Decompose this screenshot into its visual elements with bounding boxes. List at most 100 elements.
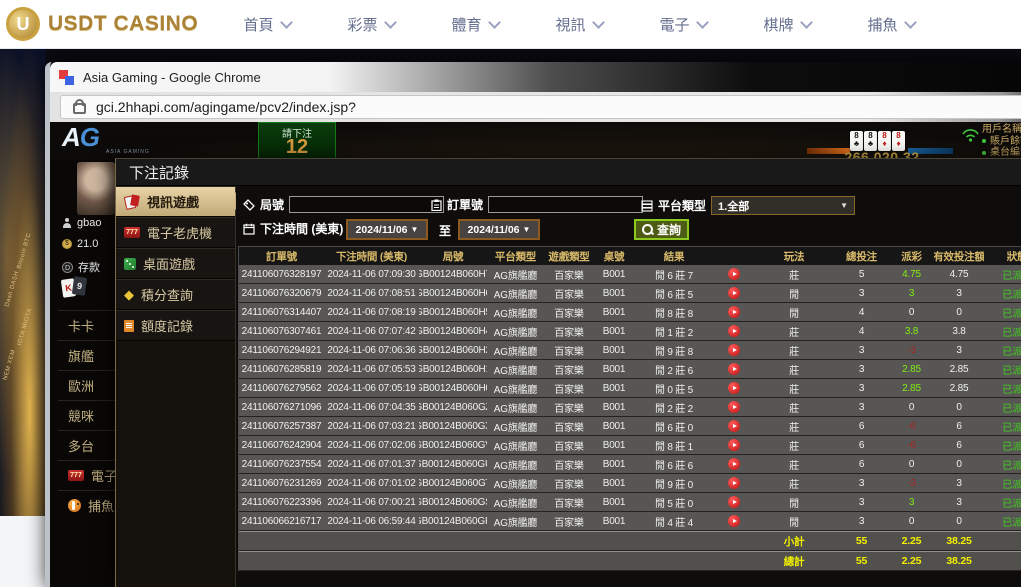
card-suit-icon: ♦ — [878, 140, 891, 148]
search-button-label: 查詢 — [657, 221, 681, 238]
replay-button[interactable] — [728, 325, 740, 337]
status-cell: 已派彩 — [984, 436, 1021, 454]
summary-cell — [419, 552, 487, 570]
table-row: 2411060763074612024-11-06 07:07:42GB0012… — [239, 322, 1021, 341]
background-image-strip: Bitcoin BTCDash DASHIOTA MIOTANEM XEM — [0, 48, 46, 516]
modal-menu-item-積分查詢[interactable]: 積分查詢 — [116, 279, 235, 310]
replay-button[interactable] — [728, 439, 740, 451]
date-from-picker[interactable]: 2024/11/06 ▼ — [346, 219, 428, 240]
nav-item-捕魚[interactable]: 捕魚 — [839, 14, 943, 35]
payout-cell: 3 — [889, 284, 934, 302]
total-bet-cell: 4 — [834, 322, 889, 340]
table-row: 2411060762710962024-11-06 07:04:35GB0012… — [239, 398, 1021, 417]
nav-item-視訊[interactable]: 視訊 — [527, 14, 631, 35]
user-name-row: gbao — [62, 217, 101, 229]
replay-button[interactable] — [728, 268, 740, 280]
summary-cell — [714, 532, 754, 550]
play-cell: 莊 — [754, 417, 834, 435]
coin-icon: $ — [62, 239, 72, 249]
modal-title: 下注記錄 — [116, 159, 1021, 186]
fish-icon — [68, 499, 81, 512]
table-row: 2411060763206792024-11-06 07:08:51GB0012… — [239, 284, 1021, 303]
table-row: 2411060763281972024-11-06 07:09:30GB0012… — [239, 265, 1021, 284]
game-cell: 百家樂 — [544, 398, 594, 416]
nav-item-體育[interactable]: 體育 — [423, 14, 527, 35]
time-cell: 2024-11-06 07:09:30 — [324, 265, 419, 283]
replay-button[interactable] — [728, 420, 740, 432]
column-header: 狀態 — [984, 247, 1021, 265]
ag-menu-item-label: 競咪 — [68, 406, 94, 425]
mini-cards-icon: K 9 — [62, 277, 92, 301]
summary-cell — [324, 552, 419, 570]
order-cell: 241106076307461 — [239, 322, 324, 340]
replay-button[interactable] — [728, 515, 740, 527]
ag-menu-item-label: 卡卡 — [68, 316, 94, 335]
order-cell: 241106076294921 — [239, 341, 324, 359]
document-icon — [124, 320, 134, 332]
nav-item-電子[interactable]: 電子 — [631, 14, 735, 35]
order-input[interactable] — [488, 196, 643, 213]
time-cell: 2024-11-06 07:01:02 — [324, 474, 419, 492]
ag-menu-item-label: 多台 — [68, 436, 94, 455]
replay-button[interactable] — [728, 382, 740, 394]
summary-cell — [544, 532, 594, 550]
valid-bet-cell: 4.75 — [934, 265, 984, 283]
valid-bet-cell: 3 — [934, 493, 984, 511]
replay-button[interactable] — [728, 287, 740, 299]
column-header: 結果 — [634, 247, 714, 265]
replay-cell — [714, 474, 754, 492]
payout-cell: 0 — [889, 512, 934, 530]
chevron-down-icon — [592, 16, 605, 29]
platform-cell: AG旗艦廳 — [487, 284, 544, 302]
deposit-row[interactable]: D 存款 — [62, 259, 100, 275]
replay-button[interactable] — [728, 363, 740, 375]
platform-cell: AG旗艦廳 — [487, 493, 544, 511]
column-header — [714, 247, 754, 265]
main-nav: 首頁彩票體育視訊電子棋牌捕魚 — [215, 14, 943, 35]
replay-button[interactable] — [728, 306, 740, 318]
replay-button[interactable] — [728, 458, 740, 470]
play-cell: 莊 — [754, 265, 834, 283]
payout-cell: 2.85 — [889, 379, 934, 397]
summary-cell: 總計 — [754, 552, 834, 570]
chrome-title-bar[interactable]: Asia Gaming - Google Chrome — [50, 62, 1021, 92]
search-button[interactable]: 查詢 — [634, 219, 689, 240]
replay-button[interactable] — [728, 496, 740, 508]
result-cell: 閒 5 莊 0 — [634, 493, 714, 511]
card-suit-icon: ♣ — [850, 140, 863, 148]
status-cell: 已派彩 — [984, 398, 1021, 416]
modal-menu-item-額度記錄[interactable]: 額度記錄 — [116, 310, 235, 341]
status-cell: 已派彩 — [984, 284, 1021, 302]
order-filter: 訂單號 — [431, 196, 643, 213]
chevron-down-icon — [800, 16, 813, 29]
replay-button[interactable] — [728, 401, 740, 413]
order-cell: 241106076271096 — [239, 398, 324, 416]
game-cell: 百家樂 — [544, 493, 594, 511]
modal-menu-item-桌面遊戲[interactable]: 桌面遊戲 — [116, 248, 235, 279]
nav-item-首頁[interactable]: 首頁 — [215, 14, 319, 35]
summary-cell: 55 — [834, 552, 889, 570]
playing-cards-icon — [124, 195, 140, 209]
round-cell: GB00124B060GX — [419, 417, 487, 435]
table-no-cell: B001 — [594, 474, 634, 492]
ag-header: AG ASIA GAMING 請下注 12 8♣8♣8♦8♦ 266,020.3… — [50, 122, 1021, 160]
date-from-value: 2024/11/06 — [356, 224, 408, 236]
replay-button[interactable] — [728, 344, 740, 356]
play-cell: 閒 — [754, 512, 834, 530]
address-bar[interactable]: gci.2hhapi.com/agingame/pcv2/index.jsp? — [60, 95, 1021, 119]
result-cell: 閒 4 莊 4 — [634, 512, 714, 530]
nav-item-彩票[interactable]: 彩票 — [319, 14, 423, 35]
deposit-icon: D — [62, 262, 73, 273]
modal-menu-item-電子老虎機[interactable]: 777電子老虎機 — [116, 217, 235, 248]
lock-icon[interactable] — [73, 103, 86, 114]
platform-select[interactable]: 1.全部 ▼ — [711, 196, 855, 215]
replay-button[interactable] — [728, 477, 740, 489]
nav-item-棋牌[interactable]: 棋牌 — [735, 14, 839, 35]
column-header: 訂單號 — [239, 247, 324, 265]
total-bet-cell: 3 — [834, 493, 889, 511]
modal-menu-item-視訊遊戲[interactable]: 視訊遊戲 — [116, 186, 235, 217]
date-to-picker[interactable]: 2024/11/06 ▼ — [458, 219, 540, 240]
playing-card: 8♣ — [864, 131, 877, 151]
round-input[interactable] — [289, 196, 444, 213]
platform-cell: AG旗艦廳 — [487, 455, 544, 473]
